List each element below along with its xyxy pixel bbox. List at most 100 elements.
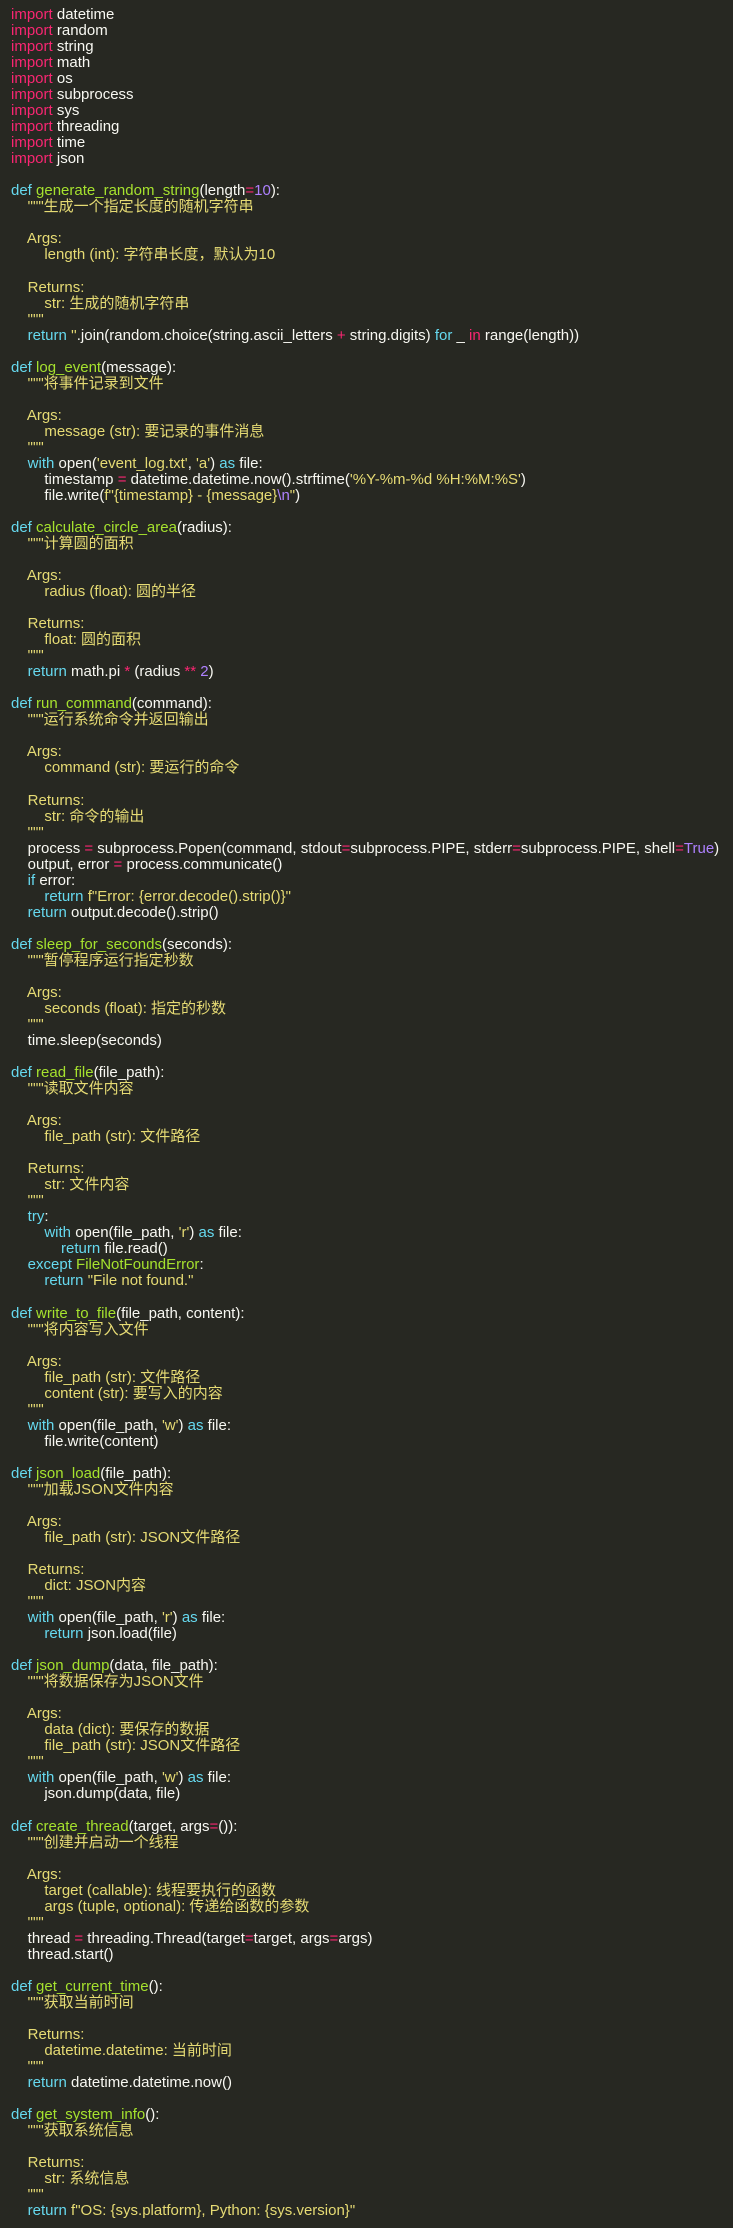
code-line: thread = threading.Thread(target=target,… [0,1929,733,1947]
code-line: import json [0,151,733,167]
code-token: 'w' [161,1769,179,1787]
code-editor[interactable]: import datetime import random import strin… [0,6,733,2219]
code-token: string [52,38,94,56]
code-token: for [434,326,453,344]
code-token: return [11,1272,88,1290]
code-token: = [512,839,521,857]
code-token: file_path (str): 文件路径 [11,1368,201,1386]
code-line: """暂停程序运行指定秒数 [0,952,733,969]
code-line: dict: JSON内容 [0,1578,733,1594]
code-token: file: [197,1609,226,1627]
code-line: import random [0,23,733,39]
code-token: return [11,2202,72,2220]
code-token: ) [178,1416,188,1434]
code-token: command (str): 要运行的命令 [11,759,240,777]
code-token: (): [148,1977,163,1995]
code-line: return file.read() [0,1241,733,1257]
code-token: open(file_path, [58,1609,162,1627]
code-token: datetime.datetime.now().strftime( [126,470,350,488]
code-token: Args: [11,230,62,248]
code-token: threading [52,118,120,136]
code-token: thread.start() [11,1945,114,1963]
code-token: (): [145,2106,160,2124]
code-token: '%Y-%m-%d %H:%M:%S' [349,470,521,488]
code-token: = [209,1817,219,1835]
code-line: with open(file_path, 'r') as file: [0,1225,733,1241]
code-token: run_command [36,695,132,713]
code-token: as [187,1416,204,1434]
code-line: return f"OS: {sys.platform}, Python: {sy… [0,2203,733,2219]
code-token: json.dump(data, file) [11,1785,181,1803]
code-token: ) [189,1224,199,1242]
code-token: import [11,102,53,120]
code-token: import [11,86,53,104]
code-token: log_event [36,358,102,376]
code-token: file_path (str): JSON文件路径 [11,1528,241,1546]
code-line: Args: [0,984,733,1001]
code-token: Args: [11,1705,62,1723]
code-line: """ [0,1015,733,1033]
code-token: as [187,1769,204,1787]
code-token: json_dump [36,1657,110,1675]
code-line: """ [0,648,733,664]
code-line: process = subprocess.Popen(command, stdo… [0,839,733,857]
code-line: import string [0,39,733,55]
code-token: """读取文件内容 [11,1080,134,1098]
code-line: file_path (str): JSON文件路径 [0,1528,733,1546]
code-token: file_path (str): JSON文件路径 [11,1737,241,1755]
code-line: def write_to_file(file_path, content): [0,1304,733,1322]
code-line: """ [0,439,733,456]
code-line: import math [0,55,733,71]
code-token: datetime [52,6,115,23]
code-token: Args: [11,1512,62,1530]
code-token: "File not found." [87,1272,194,1290]
code-token: .join(random.choice(string.ascii_letters [76,326,337,344]
code-line: timestamp = datetime.datetime.now().strf… [0,470,733,488]
code-token: file: [203,1769,232,1787]
code-token: = [245,182,255,200]
code-token: args) [338,1929,373,1947]
code-token: open( [58,454,97,472]
code-line: """将内容写入文件 [0,1321,733,1338]
code-token: Returns: [11,278,85,296]
code-token: (message): [101,358,177,376]
code-line: try: [0,1209,733,1225]
code-token: """ [11,1400,44,1418]
code-line: str: 系统信息 [0,2171,733,2187]
code-line: str: 生成的随机字符串 [0,295,733,312]
code-token: ) [178,1769,188,1787]
code-line: length (int): 字符串长度，默认为10 [0,247,733,263]
code-token: write_to_file [36,1304,117,1322]
code-line: with open(file_path, 'r') as file: [0,1610,733,1626]
code-token: """运行系统命令并返回输出 [11,711,209,729]
code-token: with [11,454,59,472]
code-token: """ [11,823,44,841]
code-token: timestamp [11,470,118,488]
code-token: = [84,839,94,857]
code-token: """获取系统信息 [11,2122,134,2140]
code-token: Args: [11,1112,62,1130]
code-token: , [187,454,197,472]
code-token: output.decode().strip() [71,903,219,921]
code-token: def [11,1064,37,1082]
code-token: """ [11,1015,44,1033]
code-token: if [11,871,40,889]
code-token: float: 圆的面积 [11,631,142,649]
code-token: open(file_path, [58,1416,162,1434]
code-line: Returns: [0,616,733,632]
code-line: """加载JSON文件内容 [0,1481,733,1498]
code-token: """ [11,1192,44,1210]
code-token: """计算圆的面积 [11,535,134,553]
code-line: def get_system_info(): [0,2107,733,2123]
code-line: file.write(content) [0,1433,733,1450]
code-line: content (str): 要写入的内容 [0,1385,733,1402]
